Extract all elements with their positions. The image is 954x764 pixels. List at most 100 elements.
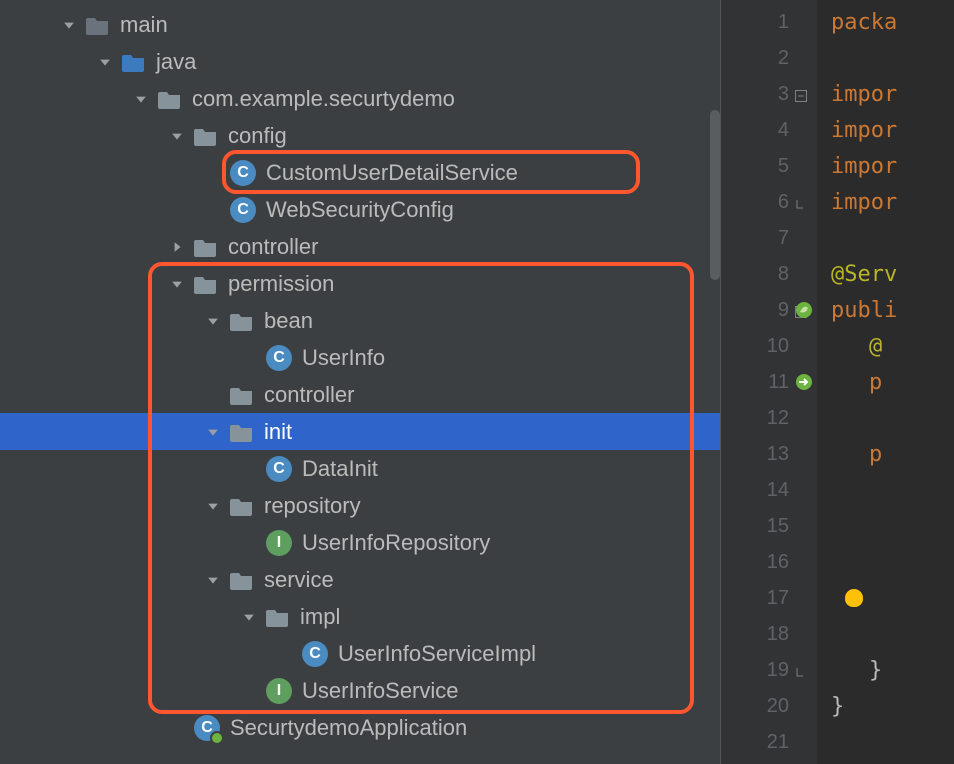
- gutter-line[interactable]: 6: [721, 184, 817, 220]
- code-line[interactable]: p: [831, 436, 954, 472]
- code-line[interactable]: p: [831, 364, 954, 400]
- gutter-line[interactable]: 17: [721, 580, 817, 616]
- tree-row[interactable]: CSecurtydemoApplication: [0, 709, 720, 746]
- chevron-down-icon[interactable]: [168, 127, 186, 145]
- tree-row[interactable]: C UserInfoServiceImpl: [0, 635, 720, 672]
- gutter-line[interactable]: 16: [721, 544, 817, 580]
- tree-item-label: service: [264, 567, 334, 593]
- tree-row[interactable]: config: [0, 117, 720, 154]
- code-line[interactable]: [831, 508, 954, 544]
- tree-row[interactable]: controller: [0, 376, 720, 413]
- intention-bulb-icon[interactable]: [845, 589, 863, 607]
- spring-bean-icon[interactable]: [795, 301, 813, 319]
- chevron-down-icon[interactable]: [240, 608, 258, 626]
- editor-panel: 123456789101112131415161718192021 packai…: [720, 0, 954, 764]
- fold-close-icon[interactable]: [795, 661, 813, 679]
- fold-open-icon[interactable]: [795, 85, 813, 103]
- tree-item-label: UserInfoServiceImpl: [338, 641, 536, 667]
- tree-row[interactable]: java: [0, 43, 720, 80]
- gutter-line[interactable]: 18: [721, 616, 817, 652]
- spring-autowire-icon[interactable]: [795, 373, 813, 391]
- gutter-line[interactable]: 4: [721, 112, 817, 148]
- gutter-line[interactable]: 2: [721, 40, 817, 76]
- folder-icon: [266, 605, 290, 629]
- tree-row[interactable]: init: [0, 413, 720, 450]
- folder-icon: [194, 235, 218, 259]
- tree-item-label: UserInfo: [302, 345, 385, 371]
- code-line[interactable]: [831, 544, 954, 580]
- tree-row[interactable]: CDataInit: [0, 450, 720, 487]
- gutter-line[interactable]: 13: [721, 436, 817, 472]
- folder-icon: [86, 13, 110, 37]
- gutter-line[interactable]: 14: [721, 472, 817, 508]
- code-line[interactable]: packa: [831, 4, 954, 40]
- tree-item-label: SecurtydemoApplication: [230, 715, 467, 741]
- code-line[interactable]: }: [831, 652, 954, 688]
- fold-close-icon[interactable]: [795, 193, 813, 211]
- gutter-line[interactable]: 10: [721, 328, 817, 364]
- code-line[interactable]: impor: [831, 112, 954, 148]
- tree-item-label: controller: [264, 382, 354, 408]
- tree-row[interactable]: C UserInfo: [0, 339, 720, 376]
- folder-icon: [230, 383, 254, 407]
- tree-row[interactable]: repository: [0, 487, 720, 524]
- editor-code[interactable]: packaimporimporimporimpor@Servpubli@pp}}: [817, 0, 954, 764]
- tree-item-label: bean: [264, 308, 313, 334]
- chevron-down-icon[interactable]: [96, 53, 114, 71]
- tree-row[interactable]: impl: [0, 598, 720, 635]
- tree-row[interactable]: service: [0, 561, 720, 598]
- tree-row[interactable]: com.example.securtydemo: [0, 80, 720, 117]
- tree-row[interactable]: IUserInfoService: [0, 672, 720, 709]
- code-line[interactable]: publi: [831, 292, 954, 328]
- chevron-down-icon[interactable]: [204, 497, 222, 515]
- tree-row[interactable]: CWebSecurityConfig: [0, 191, 720, 228]
- interface-icon: I: [266, 678, 292, 704]
- gutter-line[interactable]: 20: [721, 688, 817, 724]
- gutter-line[interactable]: 9: [721, 292, 817, 328]
- code-line[interactable]: @Serv: [831, 256, 954, 292]
- gutter-line[interactable]: 12: [721, 400, 817, 436]
- folder-icon: [194, 272, 218, 296]
- tree-row[interactable]: permission: [0, 265, 720, 302]
- code-line[interactable]: impor: [831, 76, 954, 112]
- tree-item-label: permission: [228, 271, 334, 297]
- tree-row[interactable]: main: [0, 6, 720, 43]
- folder-icon: [230, 420, 254, 444]
- interface-icon: I: [266, 530, 292, 556]
- chevron-down-icon[interactable]: [204, 571, 222, 589]
- code-line[interactable]: [831, 220, 954, 256]
- code-line[interactable]: [831, 472, 954, 508]
- tree-row[interactable]: controller: [0, 228, 720, 265]
- tree-item-label: impl: [300, 604, 340, 630]
- chevron-down-icon[interactable]: [204, 312, 222, 330]
- code-line[interactable]: [831, 400, 954, 436]
- gutter-line[interactable]: 21: [721, 724, 817, 760]
- tree-item-label: DataInit: [302, 456, 378, 482]
- gutter-line[interactable]: 11: [721, 364, 817, 400]
- gutter-line[interactable]: 15: [721, 508, 817, 544]
- code-line[interactable]: @: [831, 328, 954, 364]
- chevron-right-icon[interactable]: [168, 238, 186, 256]
- gutter-line[interactable]: 3: [721, 76, 817, 112]
- gutter-line[interactable]: 19: [721, 652, 817, 688]
- code-line[interactable]: [831, 580, 954, 616]
- tree-row[interactable]: bean: [0, 302, 720, 339]
- gutter-line[interactable]: 7: [721, 220, 817, 256]
- class-icon: C: [302, 641, 328, 667]
- code-line[interactable]: impor: [831, 184, 954, 220]
- code-line[interactable]: [831, 616, 954, 652]
- chevron-down-icon[interactable]: [60, 16, 78, 34]
- tree-row[interactable]: CCustomUserDetailService: [0, 154, 720, 191]
- class-icon: C: [266, 345, 292, 371]
- chevron-down-icon[interactable]: [204, 423, 222, 441]
- gutter-line[interactable]: 1: [721, 4, 817, 40]
- gutter-line[interactable]: 8: [721, 256, 817, 292]
- chevron-down-icon[interactable]: [168, 275, 186, 293]
- code-line[interactable]: [831, 40, 954, 76]
- chevron-down-icon[interactable]: [132, 90, 150, 108]
- code-line[interactable]: }: [831, 688, 954, 724]
- code-line[interactable]: [831, 724, 954, 760]
- tree-row[interactable]: IUserInfoRepository: [0, 524, 720, 561]
- gutter-line[interactable]: 5: [721, 148, 817, 184]
- code-line[interactable]: impor: [831, 148, 954, 184]
